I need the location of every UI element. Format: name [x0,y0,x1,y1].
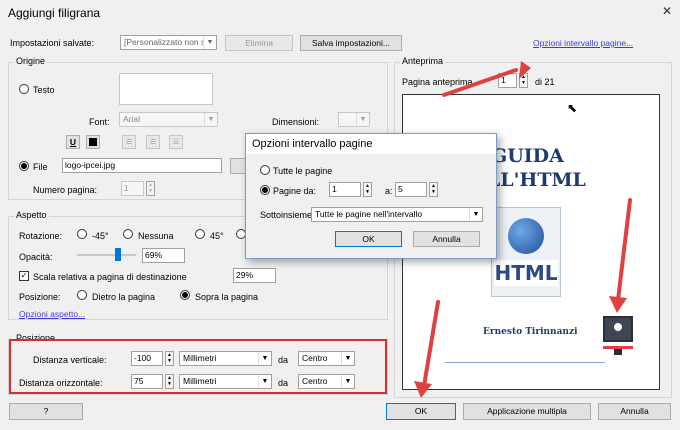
arrow-to-watermark-icon [616,198,632,302]
annotation-arrows [414,61,632,398]
arrow-to-ok-icon [422,300,440,388]
arrowhead-range-link [519,61,531,79]
add-watermark-window: Aggiungi filigrana ✕ Impostazioni salvat… [0,0,680,430]
arrowhead-watermark [609,296,627,313]
arrowhead-ok [414,381,432,398]
arrow-to-range-link-icon [442,68,518,97]
